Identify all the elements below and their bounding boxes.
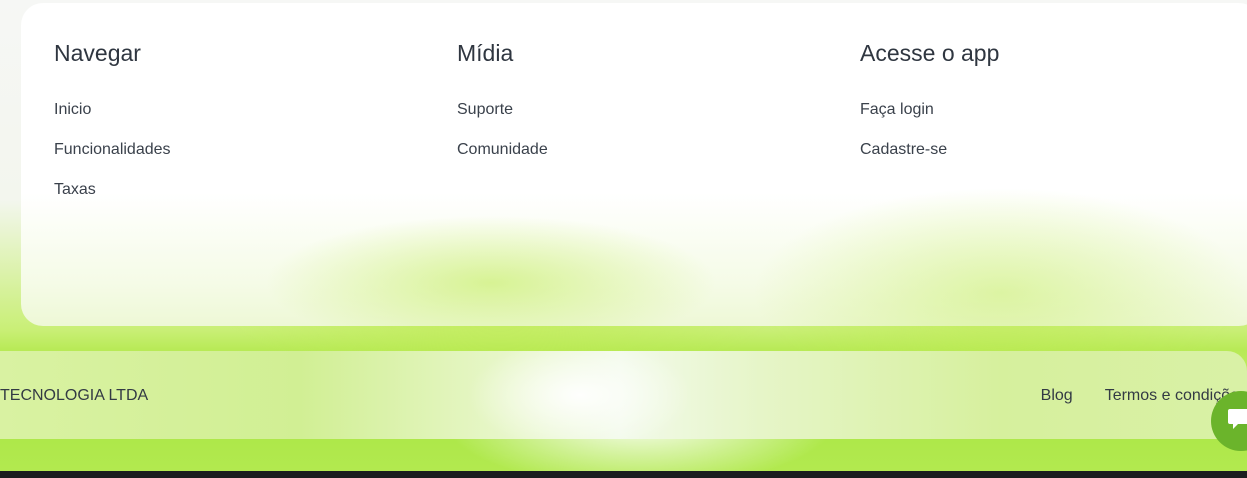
- blog-link[interactable]: Blog: [1041, 386, 1073, 406]
- link-list: Suporte Comunidade: [457, 100, 548, 160]
- footer-bottom-bar: TECNOLOGIA LTDA Blog Termos e condições: [0, 351, 1247, 439]
- footer-link-comunidade[interactable]: Comunidade: [457, 140, 548, 160]
- footer-link-suporte[interactable]: Suporte: [457, 100, 548, 120]
- footer-link-faca-login[interactable]: Faça login: [860, 100, 999, 120]
- footer-link-taxas[interactable]: Taxas: [54, 180, 171, 200]
- link-list: Faça login Cadastre-se: [860, 100, 999, 160]
- column-title: Navegar: [54, 40, 141, 66]
- link-list: Inicio Funcionalidades Taxas: [54, 100, 171, 200]
- company-name: TECNOLOGIA LTDA: [0, 387, 149, 404]
- footer-nav-card: Navegar Inicio Funcionalidades Taxas Míd…: [21, 3, 1247, 326]
- footer-column-navegar: Navegar Inicio Funcionalidades Taxas: [54, 39, 171, 220]
- column-title: Mídia: [457, 40, 514, 66]
- footer-link-funcionalidades[interactable]: Funcionalidades: [54, 140, 171, 160]
- footer-column-acesse-o-app: Acesse o app Faça login Cadastre-se: [860, 39, 999, 180]
- chat-bubble-icon: [1228, 409, 1247, 429]
- column-title: Acesse o app: [860, 40, 1000, 66]
- footer-link-inicio[interactable]: Inicio: [54, 100, 171, 120]
- page-bottom-strip: [0, 471, 1247, 478]
- footer-column-midia: Mídia Suporte Comunidade: [457, 39, 548, 180]
- footer-link-cadastre-se[interactable]: Cadastre-se: [860, 140, 999, 160]
- bottom-links: Blog Termos e condições: [1009, 386, 1247, 406]
